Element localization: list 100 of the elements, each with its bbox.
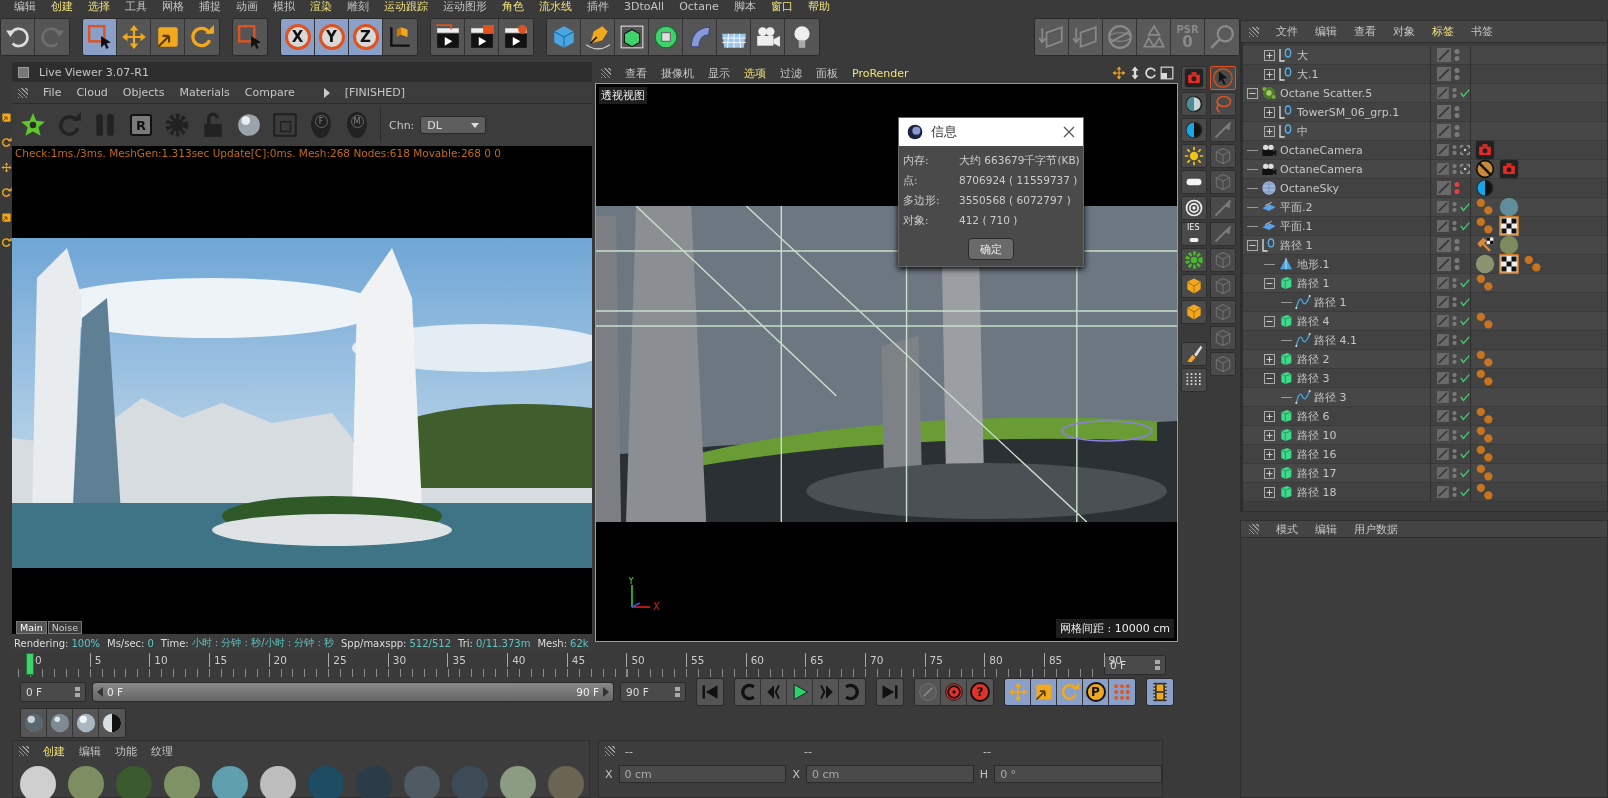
frame-tick-label: 70	[864, 653, 925, 667]
object-row[interactable]: 中	[1243, 122, 1607, 141]
menu-item[interactable]: 捕捉	[199, 0, 221, 14]
menu-item[interactable]: 选项	[744, 65, 766, 81]
object-row[interactable]: OctaneCamera	[1243, 141, 1607, 160]
menu-item[interactable]: 运动跟踪	[384, 0, 428, 14]
object-row[interactable]: 路径 18	[1243, 483, 1607, 502]
object-row[interactable]: 路径 4	[1243, 312, 1607, 331]
menu-item[interactable]: 运动图形	[443, 0, 487, 14]
info-label: 点:	[903, 174, 919, 188]
menu-item[interactable]: 窗口	[770, 0, 793, 14]
menu-item[interactable]: 网格	[162, 0, 184, 14]
menu-item[interactable]: 显示	[708, 65, 730, 81]
tool-button[interactable]: P	[1083, 679, 1109, 705]
tab[interactable]: Main	[16, 621, 47, 634]
menu-item[interactable]: Cloud	[76, 86, 108, 99]
object-row[interactable]: 平面.1	[1243, 217, 1607, 236]
channel-dropdown[interactable]: DL	[420, 116, 487, 134]
object-row[interactable]: 路径 10	[1243, 426, 1607, 445]
menu-item[interactable]: 模式	[1276, 521, 1298, 537]
tab[interactable]: Noise	[47, 621, 83, 634]
menu-item[interactable]: 脚本	[733, 0, 756, 14]
start-frame-field[interactable]: 0 F	[20, 682, 86, 702]
menu-item[interactable]: 过滤	[780, 65, 802, 81]
menu-item[interactable]: 用户数据	[1354, 521, 1398, 537]
object-row[interactable]: 地形.1	[1243, 255, 1607, 274]
object-row[interactable]: 路径 1	[1243, 236, 1607, 255]
menu-item[interactable]: 书签	[1471, 24, 1493, 39]
menu-item[interactable]: 查看	[625, 65, 647, 81]
ok-button[interactable]: 确定	[968, 238, 1014, 260]
object-name: 路径 16	[1297, 446, 1337, 462]
menu-item[interactable]: Octane	[679, 0, 719, 14]
column-header: --	[983, 744, 991, 758]
coordinate-field[interactable]: 0 cm	[618, 765, 787, 783]
object-row[interactable]: OctaneSky	[1243, 179, 1607, 198]
object-row[interactable]: Octane Scatter.5	[1243, 84, 1607, 103]
axis-label: H	[979, 767, 989, 781]
menu-item[interactable]: 创建	[51, 0, 73, 14]
menu-item[interactable]: 编辑	[1315, 521, 1337, 537]
menu-item[interactable]: 3DtoAll	[624, 0, 665, 14]
object-row[interactable]: 路径 1	[1243, 274, 1607, 293]
map-pin-button[interactable]: M	[347, 112, 367, 138]
menu-item[interactable]: 摄像机	[661, 65, 694, 81]
object-row[interactable]: 大.1	[1243, 65, 1607, 84]
column-header: --	[804, 744, 812, 758]
frame-tick-label: 30	[387, 653, 448, 667]
end-frame-field[interactable]: 90 F	[620, 682, 686, 702]
menu-item[interactable]: 工具	[125, 0, 147, 14]
tool-button[interactable]: ?	[967, 679, 993, 705]
axis-button[interactable]: Y	[315, 19, 349, 55]
object-row[interactable]: 大	[1243, 46, 1607, 65]
menu-item[interactable]: 渲染	[310, 0, 332, 14]
object-row[interactable]: 路径 3	[1243, 369, 1607, 388]
axis-button[interactable]: Z	[349, 19, 383, 55]
menu-item[interactable]: 面板	[816, 65, 838, 81]
range-slider[interactable]: 0 F 90 F	[93, 683, 613, 701]
menu-item[interactable]: 查看	[1354, 24, 1376, 39]
menu-item[interactable]: 对象	[1393, 24, 1415, 39]
object-row[interactable]: 路径 17	[1243, 464, 1607, 483]
object-row[interactable]: TowerSM_06_grp.1	[1243, 103, 1607, 122]
menu-item[interactable]: File	[43, 86, 62, 99]
stat-label: Ms/sec:	[107, 637, 145, 649]
menu-item[interactable]: 编辑	[79, 743, 101, 759]
object-row[interactable]: OctaneCamera	[1243, 160, 1607, 179]
object-row[interactable]: 路径 4.1	[1243, 331, 1607, 350]
menu-item[interactable]: Objects	[122, 86, 165, 99]
menu-item[interactable]: 编辑	[1315, 24, 1337, 39]
object-row[interactable]: 路径 2	[1243, 350, 1607, 369]
menu-item[interactable]: 文件	[1276, 24, 1298, 39]
map-pin-button[interactable]: F	[311, 112, 331, 138]
object-row[interactable]: 路径 16	[1243, 445, 1607, 464]
menu-item[interactable]: Compare	[244, 86, 295, 99]
tool-button[interactable]: R	[130, 114, 152, 136]
coordinate-field[interactable]: 0 cm	[805, 765, 974, 783]
menu-item[interactable]: 动画	[236, 0, 258, 14]
menu-item[interactable]: 功能	[115, 743, 137, 759]
tool-button[interactable]: IES	[1181, 222, 1207, 246]
object-name: 路径 1	[1314, 294, 1347, 310]
menu-item[interactable]: 创建	[43, 743, 65, 759]
object-row[interactable]: 路径 3	[1243, 388, 1607, 407]
info-value: 8706924 ( 11559737 )	[959, 174, 1079, 188]
object-name: 平面.2	[1280, 199, 1313, 215]
coordinate-field[interactable]: 0 °	[994, 765, 1162, 783]
menu-item[interactable]: 选择	[88, 0, 110, 14]
menu-item[interactable]: 插件	[587, 0, 609, 14]
menu-item[interactable]: Materials	[179, 86, 230, 99]
menu-item[interactable]: 角色	[502, 0, 524, 14]
object-row[interactable]: 路径 6	[1243, 407, 1607, 426]
axis-button[interactable]: X	[281, 19, 315, 55]
info-label: 内存:	[903, 154, 930, 168]
menu-item[interactable]: 纹理	[151, 743, 173, 759]
menu-item[interactable]: 标签	[1432, 24, 1454, 39]
menu-item[interactable]: 雕刻	[347, 0, 369, 14]
menu-item[interactable]: ProRender	[852, 66, 909, 80]
menu-item[interactable]: 帮助	[807, 0, 830, 14]
object-row[interactable]: 路径 1	[1243, 293, 1607, 312]
menu-item[interactable]: 编辑	[14, 0, 36, 14]
menu-item[interactable]: 流水线	[539, 0, 572, 14]
object-row[interactable]: 平面.2	[1243, 198, 1607, 217]
menu-item[interactable]: 模拟	[273, 0, 295, 14]
